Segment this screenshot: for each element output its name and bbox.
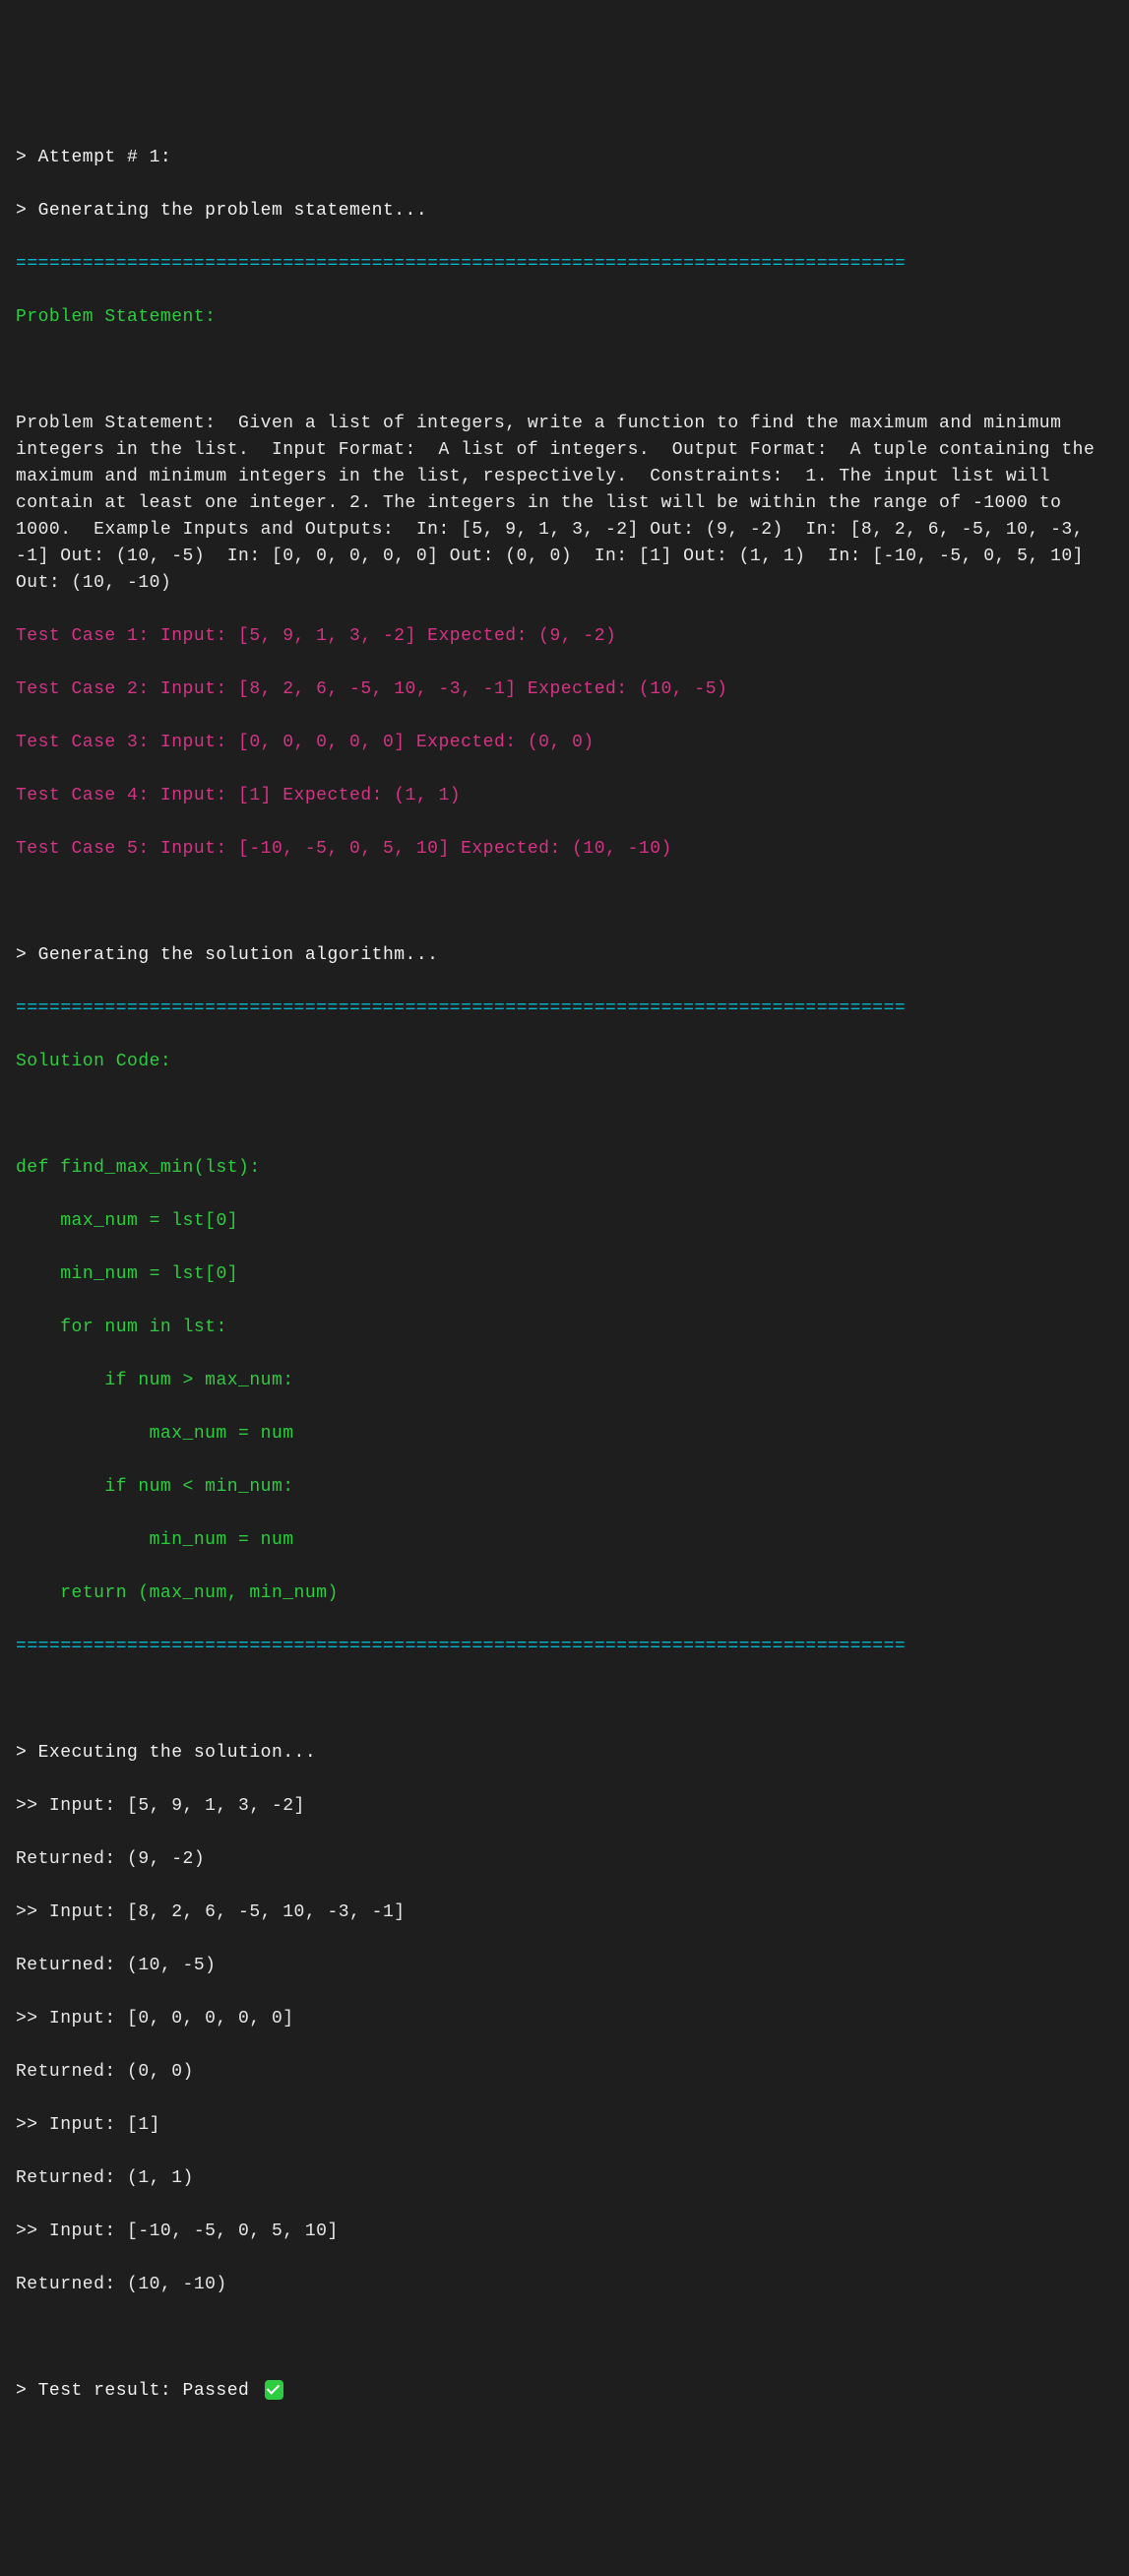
execution-result-line: >> Input: [0, 0, 0, 0, 0] (16, 2006, 1113, 2032)
solution-code-line: max_num = lst[0] (16, 1208, 1113, 1235)
execution-result-line: Returned: (0, 0) (16, 2059, 1113, 2086)
blank-line (16, 2325, 1113, 2351)
test-case-line: Test Case 2: Input: [8, 2, 6, -5, 10, -3… (16, 676, 1113, 703)
check-icon (265, 2380, 284, 2400)
executing-line: > Executing the solution... (16, 1740, 1113, 1767)
divider-line: ========================================… (16, 251, 1113, 278)
solution-code-line: max_num = num (16, 1421, 1113, 1448)
divider-line: ========================================… (16, 996, 1113, 1022)
blank-line (16, 889, 1113, 916)
blank-line (16, 357, 1113, 384)
solution-code-line: return (max_num, min_num) (16, 1580, 1113, 1607)
test-case-line: Test Case 4: Input: [1] Expected: (1, 1) (16, 783, 1113, 809)
test-case-line: Test Case 5: Input: [-10, -5, 0, 5, 10] … (16, 836, 1113, 863)
divider-line: ========================================… (16, 1634, 1113, 1660)
blank-line (16, 1102, 1113, 1128)
solution-code-header: Solution Code: (16, 1049, 1113, 1075)
solution-code-line: min_num = num (16, 1527, 1113, 1554)
execution-result-line: Returned: (10, -5) (16, 1953, 1113, 1979)
terminal-output: > Attempt # 1: > Generating the problem … (16, 118, 1113, 2431)
attempt-line: > Attempt # 1: (16, 145, 1113, 171)
execution-result-line: >> Input: [-10, -5, 0, 5, 10] (16, 2219, 1113, 2245)
solution-code-line: if num < min_num: (16, 1474, 1113, 1501)
solution-code-line: min_num = lst[0] (16, 1261, 1113, 1288)
test-result-text: > Test result: Passed (16, 2381, 261, 2401)
solution-code-line: def find_max_min(lst): (16, 1155, 1113, 1182)
test-result-line: > Test result: Passed (16, 2378, 1113, 2405)
problem-body: Problem Statement: Given a list of integ… (16, 411, 1113, 597)
execution-result-line: Returned: (1, 1) (16, 2165, 1113, 2192)
test-case-line: Test Case 1: Input: [5, 9, 1, 3, -2] Exp… (16, 623, 1113, 650)
execution-result-line: Returned: (10, -10) (16, 2272, 1113, 2298)
execution-result-line: Returned: (9, -2) (16, 1846, 1113, 1873)
execution-result-line: >> Input: [1] (16, 2112, 1113, 2139)
problem-statement-header: Problem Statement: (16, 304, 1113, 331)
solution-code-line: if num > max_num: (16, 1368, 1113, 1394)
generating-problem-line: > Generating the problem statement... (16, 198, 1113, 225)
test-case-line: Test Case 3: Input: [0, 0, 0, 0, 0] Expe… (16, 730, 1113, 756)
execution-result-line: >> Input: [8, 2, 6, -5, 10, -3, -1] (16, 1900, 1113, 1926)
solution-code-line: for num in lst: (16, 1315, 1113, 1341)
blank-line (16, 1687, 1113, 1713)
execution-result-line: >> Input: [5, 9, 1, 3, -2] (16, 1793, 1113, 1820)
generating-solution-line: > Generating the solution algorithm... (16, 942, 1113, 969)
